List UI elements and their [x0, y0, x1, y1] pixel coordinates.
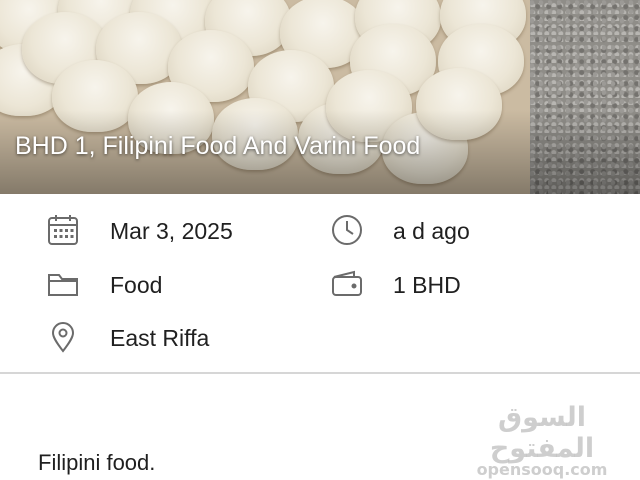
listing-description: Filipini food.: [38, 450, 156, 475]
posted-value: a d ago: [393, 218, 470, 244]
opensooq-watermark: السوق المفتوح opensooq.com: [462, 402, 622, 479]
listing-photo[interactable]: BHD 1, Filipini Food And Varini Food: [0, 0, 640, 194]
location-row: [46, 320, 80, 354]
location-pin-icon: [46, 320, 80, 354]
date-value: Mar 3, 2025: [110, 218, 233, 244]
section-divider: [0, 372, 640, 374]
location-value[interactable]: East Riffa: [110, 325, 209, 352]
folder-icon: [46, 267, 80, 301]
category-row: [46, 267, 80, 301]
date-row: [46, 213, 80, 247]
wallet-icon: [330, 267, 364, 301]
price-value: 1 BHD: [393, 272, 461, 298]
watermark-arabic: السوق المفتوح: [489, 402, 595, 464]
watermark-latin: opensooq.com: [476, 460, 608, 479]
price-row: [330, 267, 364, 301]
category-value[interactable]: Food: [110, 272, 162, 299]
calendar-icon: [46, 213, 80, 247]
posted-row: [330, 213, 364, 247]
listing-title: BHD 1, Filipini Food And Varini Food: [15, 132, 421, 160]
clock-icon: [330, 213, 364, 247]
